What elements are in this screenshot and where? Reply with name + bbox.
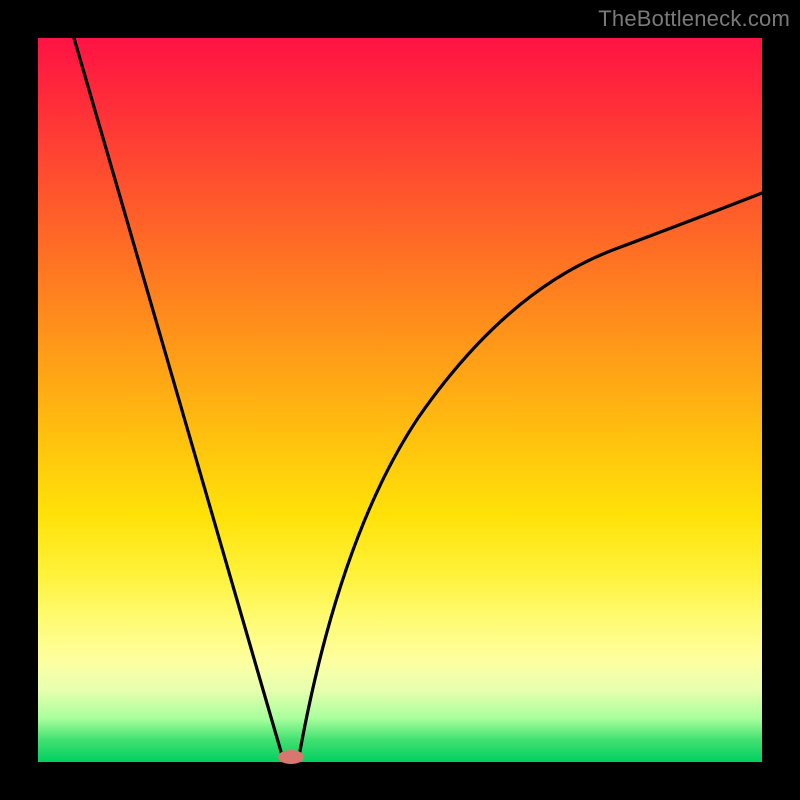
min-marker <box>278 750 304 764</box>
watermark-text: TheBottleneck.com <box>598 6 790 32</box>
curve-svg <box>38 38 762 762</box>
chart-frame: TheBottleneck.com <box>0 0 800 800</box>
plot-area <box>38 38 762 762</box>
curve-left-branch <box>74 38 284 762</box>
curve-right-branch <box>298 193 762 762</box>
